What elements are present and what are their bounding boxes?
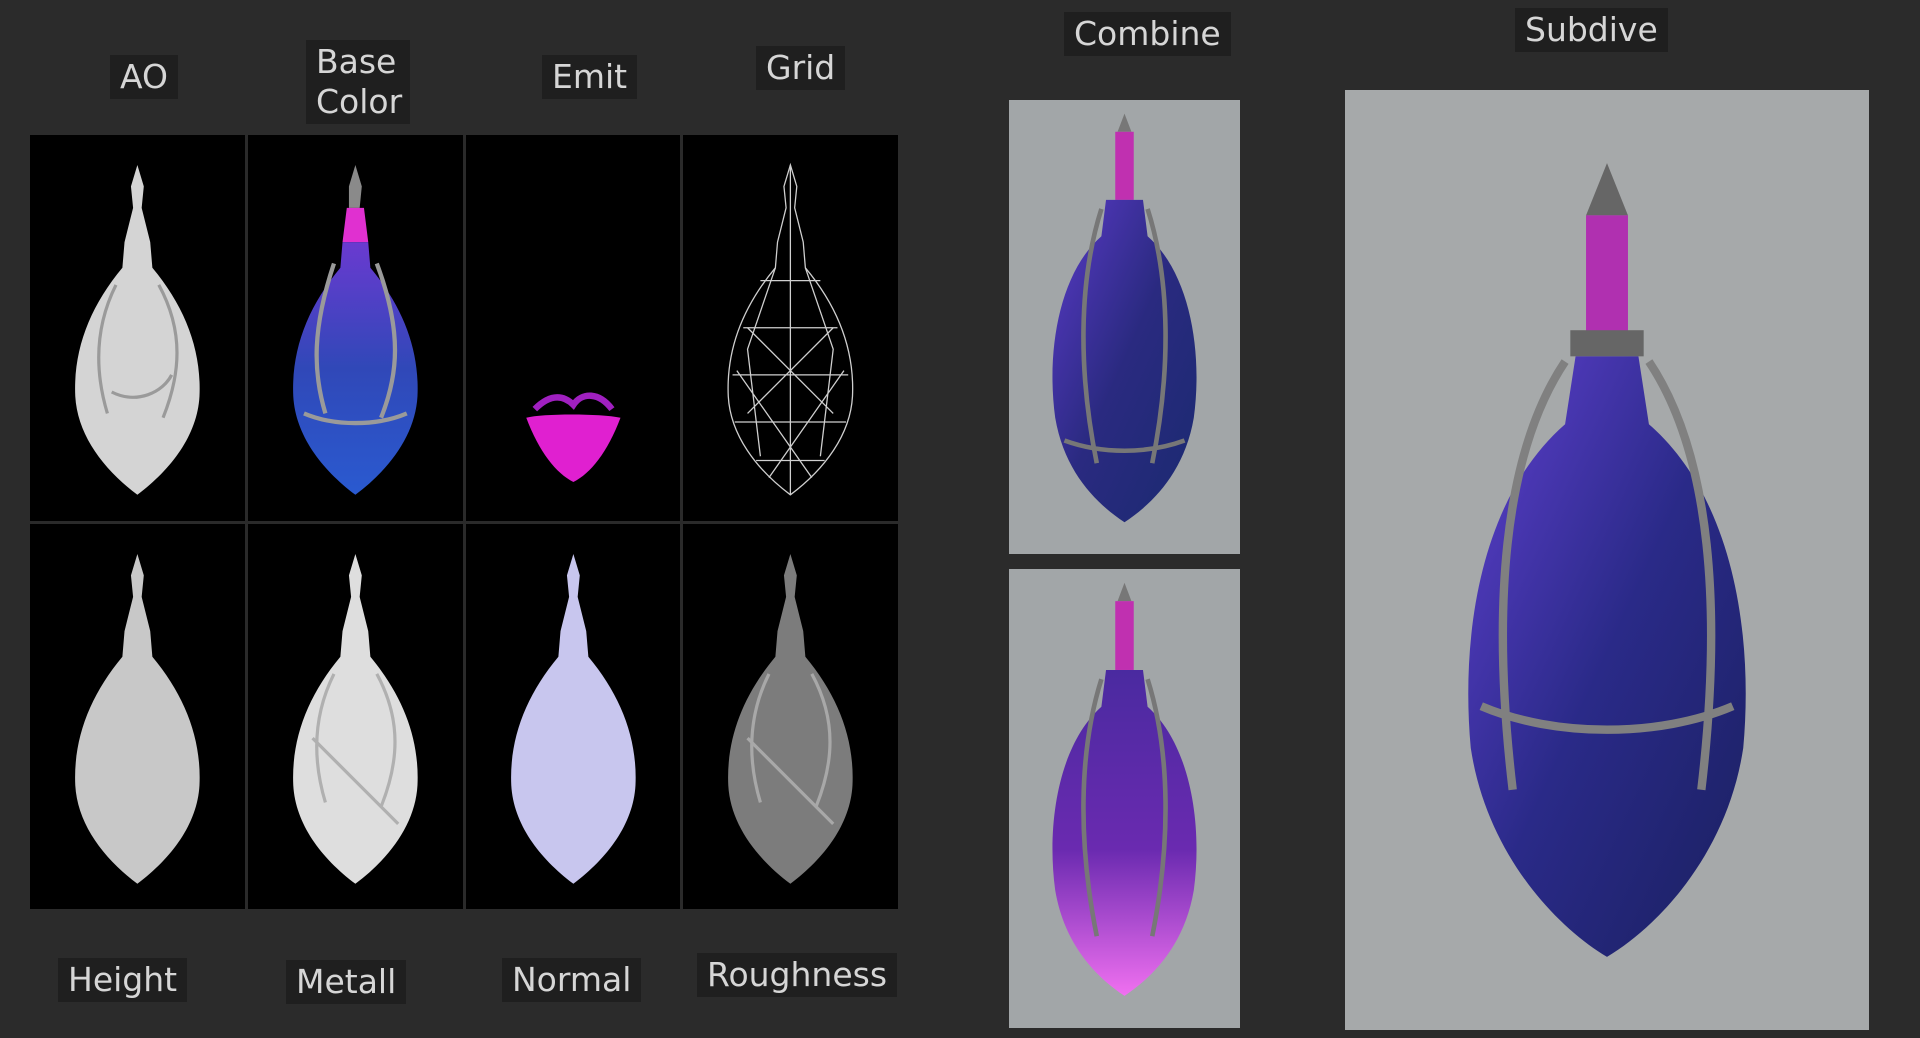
height-map <box>30 523 245 909</box>
normal-map <box>465 523 681 909</box>
wireframe-map <box>683 135 898 521</box>
combine-render-top <box>1009 100 1240 554</box>
label-roughness: Roughness <box>697 953 898 997</box>
label-grid: Grid <box>756 46 846 90</box>
combine-render-bottom <box>1009 569 1240 1028</box>
texture-map-grid <box>30 135 898 909</box>
subdive-render <box>1345 90 1869 1030</box>
label-normal: Normal <box>502 958 642 1002</box>
label-emit: Emit <box>542 55 638 99</box>
base-color-map <box>247 135 463 521</box>
label-combine: Combine <box>1064 12 1231 56</box>
label-subdive: Subdive <box>1515 8 1668 52</box>
emit-map <box>465 135 681 521</box>
label-height: Height <box>58 958 188 1002</box>
label-metall: Metall <box>286 960 407 1004</box>
label-base-color: Base Color <box>306 40 410 124</box>
label-ao: AO <box>110 55 178 99</box>
ao-map <box>30 135 245 521</box>
metall-map <box>247 523 463 909</box>
roughness-map <box>683 523 898 909</box>
